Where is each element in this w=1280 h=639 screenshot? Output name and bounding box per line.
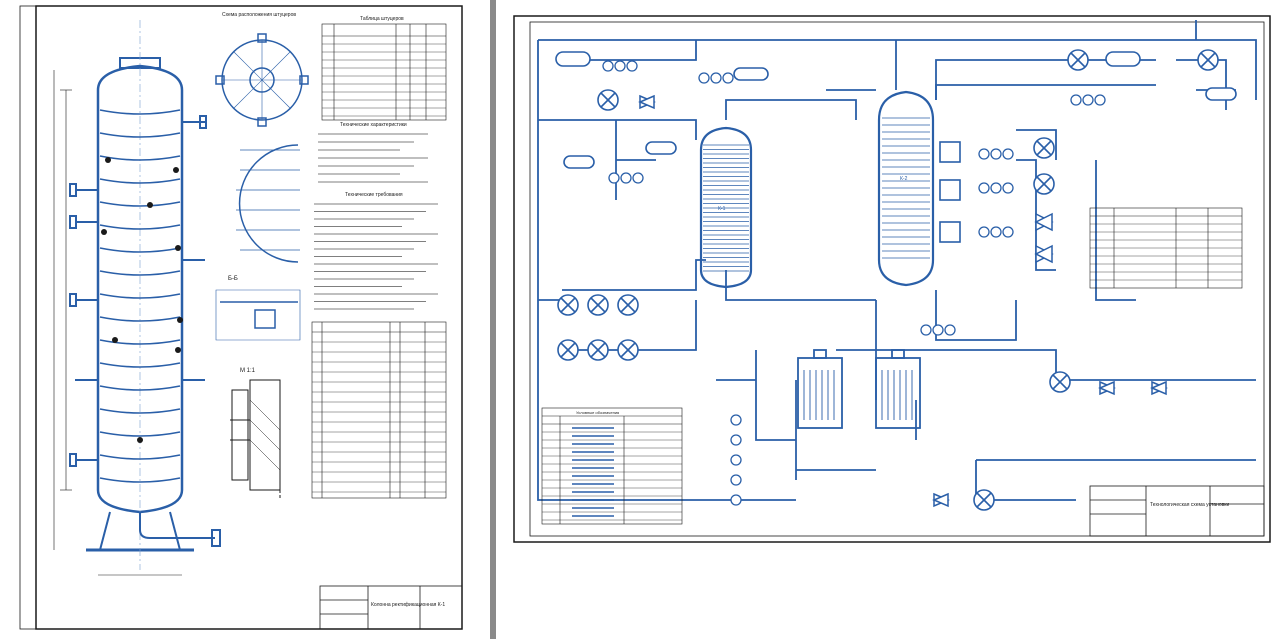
column-k1 (699, 126, 753, 289)
pump (978, 148, 990, 160)
heat-exchanger (1033, 173, 1055, 195)
pump (920, 324, 932, 336)
pump (1070, 94, 1082, 106)
right-drawing-sheet: К-1 К-2 Условные обозначения Технологиче… (496, 0, 1280, 639)
pump (1002, 148, 1014, 160)
section-bb-detail (215, 289, 301, 341)
heat-exchanger (1033, 137, 1055, 159)
heat-exchanger (617, 339, 639, 361)
air-coolers (638, 94, 1168, 508)
pump (1094, 94, 1106, 106)
column-assembly-drawing: Схема расположения штуцеров Б-Б М 1:1 Та… (19, 5, 463, 630)
tech-characteristics-title: Технические характеристики (340, 122, 407, 128)
nozzle-table-title: Таблица штуцеров (360, 16, 404, 22)
flange-section-detail (230, 379, 281, 500)
legend-title: Условные обозначения (576, 410, 619, 415)
pump (614, 60, 626, 72)
heat-exchanger (973, 489, 995, 511)
tray-plate (99, 224, 181, 230)
process-flow-diagram: К-1 К-2 Условные обозначения Технологиче… (513, 15, 1271, 543)
heat-exchanger (587, 339, 609, 361)
tech-requirements-title: Технические требования (345, 192, 403, 198)
pump (620, 172, 632, 184)
nozzle-layout-plan (215, 33, 309, 127)
right-title-block (1089, 485, 1265, 537)
heat-exchanger (1197, 49, 1219, 71)
section-m-label: М 1:1 (240, 368, 256, 374)
pump (978, 182, 990, 194)
pump (602, 60, 614, 72)
parts-table (311, 321, 447, 499)
heat-exchanger (557, 339, 579, 361)
pump (722, 72, 734, 84)
pump (990, 148, 1002, 160)
pumps (602, 60, 1106, 506)
pump (730, 454, 742, 466)
heat-exchanger (1049, 371, 1071, 393)
pump (1082, 94, 1094, 106)
pump (944, 324, 956, 336)
left-drawing-sheet: Схема расположения штуцеров Б-Б М 1:1 Та… (0, 0, 490, 639)
pump (990, 226, 1002, 238)
pump (730, 434, 742, 446)
section-bb-label: Б-Б (228, 276, 238, 282)
pump (608, 172, 620, 184)
pump (932, 324, 944, 336)
left-stamp-text: Колонна ректификационная К-1 (371, 602, 445, 608)
pump (730, 414, 742, 426)
heat-exchanger (587, 294, 609, 316)
pump (1002, 182, 1014, 194)
pump (1002, 226, 1014, 238)
layout-section-title: Схема расположения штуцеров (222, 12, 296, 18)
tray-plate (99, 155, 181, 161)
tray-detail-view (236, 144, 300, 263)
pump (698, 72, 710, 84)
tube-furnaces (797, 349, 921, 429)
column-k2-label: К-2 (900, 176, 908, 182)
heat-exchanger (597, 89, 619, 111)
right-stamp-text: Технологическая схема установки (1150, 502, 1229, 508)
pump (710, 72, 722, 84)
column-k1-label: К-1 (718, 206, 726, 212)
heat-exchanger (557, 294, 579, 316)
heat-exchanger (617, 294, 639, 316)
heat-exchanger (1067, 49, 1089, 71)
pump (730, 494, 742, 506)
pump (978, 226, 990, 238)
pump (632, 172, 644, 184)
nozzle-table (321, 23, 447, 121)
legend-table (541, 407, 683, 525)
pump (730, 474, 742, 486)
pump (626, 60, 638, 72)
pump (990, 182, 1002, 194)
column-k2 (877, 90, 935, 287)
